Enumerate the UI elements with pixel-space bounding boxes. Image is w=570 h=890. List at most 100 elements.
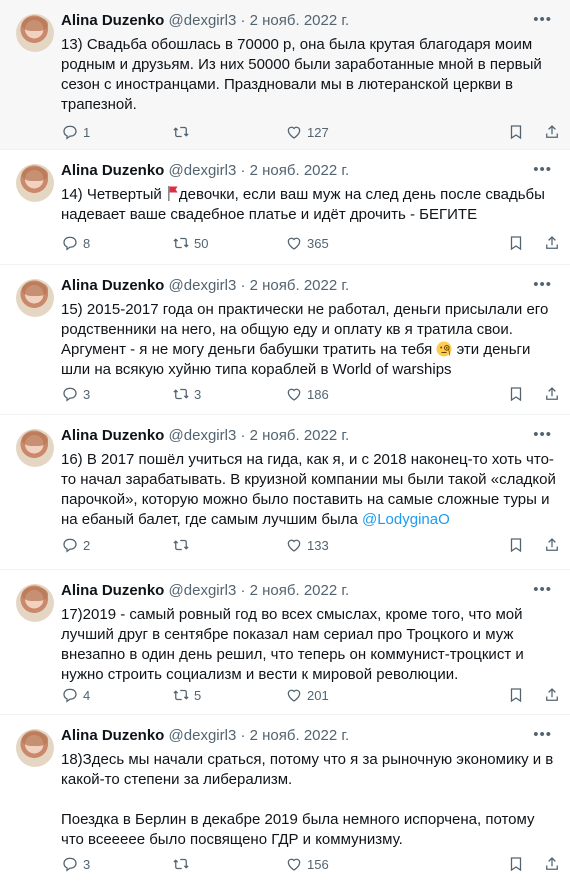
author-name[interactable]: Alina Duzenko [61, 277, 164, 294]
tweet[interactable]: Alina Duzenko @dexgirl3 · 2 нояб. 2022 г… [0, 265, 570, 415]
retweet-button[interactable] [172, 535, 194, 555]
like-button[interactable]: 186 [285, 384, 329, 404]
reply-icon [63, 387, 77, 402]
author-handle[interactable]: @dexgirl3 [169, 277, 237, 294]
share-button[interactable] [543, 685, 561, 705]
tweet[interactable]: Alina Duzenko @dexgirl3 · 2 нояб. 2022 г… [0, 715, 570, 890]
reply-count: 1 [83, 124, 91, 140]
more-icon[interactable]: ••• [533, 726, 552, 744]
tweet-date[interactable]: 2 нояб. 2022 г. [250, 277, 350, 294]
like-button[interactable]: 201 [285, 685, 329, 705]
author-name[interactable]: Alina Duzenko [61, 162, 164, 179]
avatar[interactable] [16, 279, 54, 317]
reply-icon [63, 857, 77, 872]
reply-count: 4 [83, 687, 91, 703]
more-icon[interactable]: ••• [533, 276, 552, 294]
tweet-paragraph: 14) Четвертый девочки, если ваш муж на с… [61, 185, 556, 225]
author-name[interactable]: Alina Duzenko [61, 582, 164, 599]
avatar[interactable] [16, 429, 54, 467]
like-count: 156 [307, 856, 329, 872]
bookmark-button[interactable] [507, 685, 525, 705]
tweet-date[interactable]: 2 нояб. 2022 г. [250, 162, 350, 179]
tweet[interactable]: Alina Duzenko @dexgirl3 · 2 нояб. 2022 г… [0, 415, 570, 570]
like-button[interactable]: 127 [285, 122, 329, 142]
separator: · [240, 427, 246, 444]
heart-icon [287, 388, 301, 401]
more-icon[interactable]: ••• [533, 581, 552, 599]
retweet-button[interactable]: 3 [172, 384, 201, 404]
bookmark-button[interactable] [507, 233, 525, 253]
tweet-paragraph: 18)Здесь мы начали сраться, потому что я… [61, 751, 554, 788]
reply-button[interactable]: 3 [61, 854, 90, 874]
retweet-icon [173, 237, 189, 249]
tweet-header: Alina Duzenko @dexgirl3 · 2 нояб. 2022 г… [61, 276, 349, 296]
share-button[interactable] [543, 854, 561, 874]
reply-button[interactable]: 1 [61, 122, 90, 142]
like-button[interactable]: 156 [285, 854, 329, 874]
more-icon[interactable]: ••• [533, 161, 552, 179]
tweet-text: 14) Четвертый девочки, если ваш муж на с… [61, 185, 556, 225]
bookmark-icon [510, 688, 522, 703]
tweet-date[interactable]: 2 нояб. 2022 г. [250, 427, 350, 444]
retweet-button[interactable] [172, 854, 194, 874]
author-name[interactable]: Alina Duzenko [61, 12, 164, 29]
reply-button[interactable]: 2 [61, 535, 90, 555]
separator: · [240, 277, 246, 294]
share-icon [546, 125, 558, 138]
tweet[interactable]: Alina Duzenko @dexgirl3 · 2 нояб. 2022 г… [0, 0, 570, 150]
bookmark-icon [510, 387, 522, 402]
bookmark-button[interactable] [507, 854, 525, 874]
retweet-button[interactable] [172, 122, 194, 142]
share-button[interactable] [543, 384, 561, 404]
tweet-text: 16) В 2017 пошёл учиться на гида, как я,… [61, 450, 556, 530]
tweet-date[interactable]: 2 нояб. 2022 г. [250, 582, 350, 599]
separator: · [240, 12, 246, 29]
reply-count: 3 [83, 386, 91, 402]
bookmark-icon [510, 857, 522, 872]
mention-link[interactable]: @LodyginaO [362, 511, 450, 528]
reply-button[interactable]: 8 [61, 233, 90, 253]
like-button[interactable]: 365 [285, 233, 329, 253]
share-button[interactable] [543, 122, 561, 142]
bookmark-icon [510, 538, 522, 553]
heart-icon [287, 539, 301, 552]
avatar[interactable] [16, 584, 54, 622]
reply-icon [63, 125, 77, 140]
reply-button[interactable]: 3 [61, 384, 90, 404]
retweet-button[interactable]: 50 [172, 233, 208, 253]
avatar[interactable] [16, 729, 54, 767]
bookmark-button[interactable] [507, 122, 525, 142]
author-name[interactable]: Alina Duzenko [61, 427, 164, 444]
like-button[interactable]: 133 [285, 535, 329, 555]
tweet-date[interactable]: 2 нояб. 2022 г. [250, 727, 350, 744]
tweet-date[interactable]: 2 нояб. 2022 г. [250, 12, 350, 29]
share-button[interactable] [543, 535, 561, 555]
author-handle[interactable]: @dexgirl3 [169, 727, 237, 744]
avatar[interactable] [16, 164, 54, 202]
author-handle[interactable]: @dexgirl3 [169, 162, 237, 179]
more-icon[interactable]: ••• [533, 426, 552, 444]
separator: · [240, 162, 246, 179]
author-handle[interactable]: @dexgirl3 [169, 12, 237, 29]
author-handle[interactable]: @dexgirl3 [169, 427, 237, 444]
retweet-icon [173, 539, 189, 551]
tweet-paragraph: 17)2019 - самый ровный год во всех смысл… [61, 606, 524, 683]
share-icon [546, 857, 558, 870]
share-icon [546, 688, 558, 701]
reply-icon [63, 688, 77, 703]
bookmark-button[interactable] [507, 535, 525, 555]
tweet[interactable]: Alina Duzenko @dexgirl3 · 2 нояб. 2022 г… [0, 570, 570, 715]
more-icon[interactable]: ••• [533, 11, 552, 29]
tweet-text: 15) 2015-2017 года он практически не раб… [61, 300, 556, 380]
like-count: 133 [307, 537, 329, 553]
separator: · [240, 582, 246, 599]
retweet-button[interactable]: 5 [172, 685, 201, 705]
bookmark-button[interactable] [507, 384, 525, 404]
reply-button[interactable]: 4 [61, 685, 90, 705]
like-count: 201 [307, 687, 329, 703]
avatar[interactable] [16, 14, 54, 52]
tweet[interactable]: Alina Duzenko @dexgirl3 · 2 нояб. 2022 г… [0, 150, 570, 265]
share-button[interactable] [543, 233, 561, 253]
author-name[interactable]: Alina Duzenko [61, 727, 164, 744]
author-handle[interactable]: @dexgirl3 [169, 582, 237, 599]
